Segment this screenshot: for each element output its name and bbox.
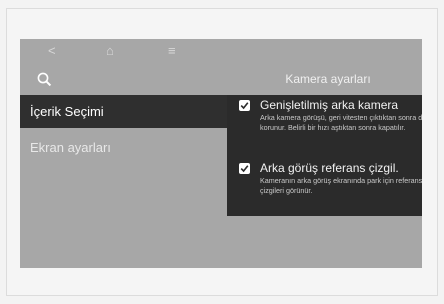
top-nav-bar: < ⌂ ≡ xyxy=(20,39,422,63)
menu-button[interactable]: ≡ xyxy=(168,42,176,60)
sidebar-item-display-settings[interactable]: Ekran ayarları xyxy=(20,135,227,161)
page-title: Kamera ayarları xyxy=(285,72,371,86)
home-button[interactable]: ⌂ xyxy=(106,42,114,60)
option-description: Arka kamera görüşü, geri vitesten çıktık… xyxy=(260,113,422,132)
options-panel: Genişletilmiş arka kamera Arka kamera gö… xyxy=(227,95,422,216)
option-label: Arka görüş referans çizgil. xyxy=(260,161,399,175)
infotainment-screen: < ⌂ ≡ Kamera ayarları İçerik Seçimi Ekra… xyxy=(20,39,422,268)
option-label: Genişletilmiş arka kamera xyxy=(260,98,399,112)
search-icon[interactable] xyxy=(36,71,54,89)
sidebar-item-content-selection[interactable]: İçerik Seçimi xyxy=(20,95,227,128)
back-button[interactable]: < xyxy=(48,42,56,60)
checkbox-checked-icon[interactable] xyxy=(239,100,250,111)
option-description: Kameranın arka görüş ekranında park için… xyxy=(260,176,422,195)
checkbox-checked-icon[interactable] xyxy=(239,163,250,174)
